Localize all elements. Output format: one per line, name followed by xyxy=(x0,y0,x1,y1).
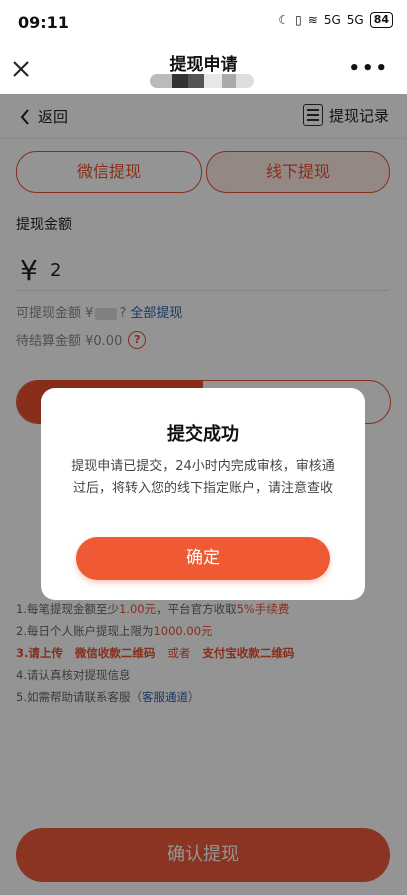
moon-icon: ☾ xyxy=(278,13,290,27)
status-icons: ☾ ▯ ≋ 5G 5G 84 xyxy=(278,12,393,28)
signal-1-label: 5G xyxy=(323,13,341,27)
dialog-confirm-button[interactable]: 确定 xyxy=(76,537,330,580)
wifi-icon: ≋ xyxy=(307,13,318,27)
dialog-title: 提交成功 xyxy=(167,424,239,445)
close-icon[interactable] xyxy=(10,58,32,80)
success-dialog: 提交成功 提现申请已提交，24小时内完成审核，审核通过后，将转入您的线下指定账户… xyxy=(41,388,365,600)
signal-2-label: 5G xyxy=(346,13,364,27)
status-bar: 09:11 ☾ ▯ ≋ 5G 5G 84 xyxy=(0,0,407,44)
page-title: 提现申请 xyxy=(169,55,238,75)
status-time: 09:11 xyxy=(18,13,69,32)
app-header: 提现申请 ••• xyxy=(0,44,407,94)
more-button[interactable]: ••• xyxy=(348,58,389,79)
dialog-message: 提现申请已提交，24小时内完成审核，审核通过后，将转入您的线下指定账户，请注意查… xyxy=(71,459,335,496)
battery-icon: 84 xyxy=(369,12,393,28)
vibrate-icon: ▯ xyxy=(295,13,302,27)
blurred-subtitle xyxy=(150,74,260,88)
